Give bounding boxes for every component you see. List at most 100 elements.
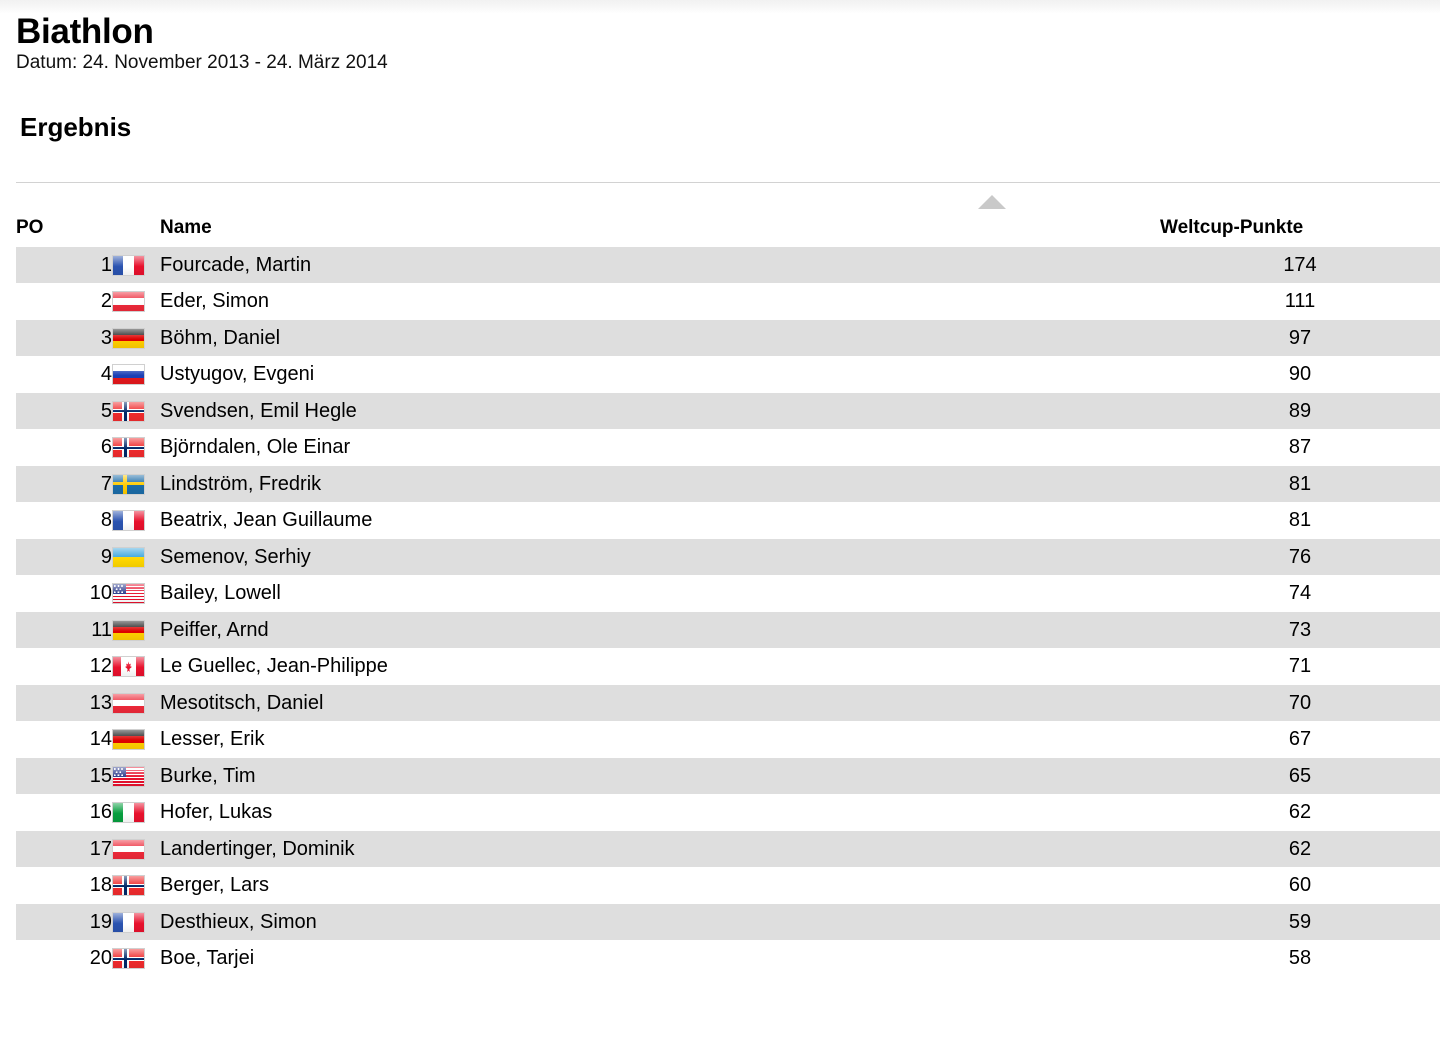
table-row[interactable]: 13 Mesotitsch, Daniel 70 — [16, 684, 1440, 722]
table-row[interactable]: 6 Björndalen, Ole Einar 87 — [16, 429, 1440, 466]
cell-name: Ustyugov, Evgeni — [160, 356, 1160, 393]
cell-points: 60 — [1160, 867, 1440, 904]
sort-ascending-icon[interactable] — [978, 194, 1006, 209]
section-title: Ergebnis — [20, 111, 132, 142]
cell-name: Hofer, Lukas — [160, 794, 1160, 831]
table-row[interactable]: 8 Beatrix, Jean Guillaume 81 — [16, 502, 1440, 539]
cell-flag — [112, 684, 160, 722]
cell-points: 76 — [1160, 538, 1440, 576]
column-header-points[interactable]: Weltcup-Punkte — [1160, 217, 1440, 247]
table-row[interactable]: 11 Peiffer, Arnd 73 — [16, 611, 1440, 649]
cell-flag — [112, 356, 160, 393]
cell-name: Semenov, Serhiy — [160, 538, 1160, 576]
table-row[interactable]: 18 Berger, Lars 60 — [16, 867, 1440, 904]
results-page: Biathlon Datum: 24. November 2013 - 24. … — [0, 0, 1440, 977]
cell-name: Böhm, Daniel — [160, 319, 1160, 357]
table-row[interactable]: 3 Böhm, Daniel 97 — [16, 319, 1440, 357]
cell-points: 81 — [1160, 465, 1440, 503]
cell-points: 70 — [1160, 684, 1440, 722]
cell-points: 62 — [1160, 830, 1440, 868]
cell-name: Landertinger, Dominik — [160, 830, 1160, 868]
cell-rank: 12 — [16, 648, 112, 685]
cell-rank: 2 — [16, 283, 112, 320]
flag-france — [112, 911, 145, 933]
table-row[interactable]: 4 Ustyugov, Evgeni 90 — [16, 356, 1440, 393]
cell-rank: 1 — [16, 246, 112, 284]
cell-rank: 15 — [16, 757, 112, 795]
cell-rank: 19 — [16, 903, 112, 941]
cell-points: 67 — [1160, 721, 1440, 758]
column-header-rank[interactable]: PO — [16, 217, 112, 247]
table-row[interactable]: 1 Fourcade, Martin 174 — [16, 246, 1440, 284]
flag-united-states — [112, 765, 145, 787]
cell-flag — [112, 575, 160, 612]
cell-rank: 11 — [16, 611, 112, 649]
page-header: Biathlon Datum: 24. November 2013 - 24. … — [0, 0, 1440, 74]
cell-name: Peiffer, Arnd — [160, 611, 1160, 649]
cell-rank: 5 — [16, 392, 112, 430]
table-row[interactable]: 19 Desthieux, Simon 59 — [16, 903, 1440, 941]
cell-name: Eder, Simon — [160, 283, 1160, 320]
cell-points: 59 — [1160, 903, 1440, 941]
cell-name: Le Guellec, Jean-Philippe — [160, 648, 1160, 685]
cell-name: Burke, Tim — [160, 757, 1160, 795]
cell-rank: 13 — [16, 684, 112, 722]
flag-united-states — [112, 583, 145, 605]
flag-ukraine — [112, 546, 145, 568]
cell-flag — [112, 794, 160, 831]
cell-flag — [112, 648, 160, 685]
cell-rank: 10 — [16, 575, 112, 612]
page-date-range: Datum: 24. November 2013 - 24. März 2014 — [16, 52, 388, 73]
column-header-name[interactable]: Name — [160, 217, 1160, 247]
flag-russia — [112, 364, 145, 386]
cell-flag — [112, 830, 160, 868]
cell-name: Mesotitsch, Daniel — [160, 684, 1160, 722]
cell-rank: 18 — [16, 867, 112, 904]
flag-austria — [112, 291, 145, 313]
cell-points: 74 — [1160, 575, 1440, 612]
cell-points: 62 — [1160, 794, 1440, 831]
cell-rank: 14 — [16, 721, 112, 758]
cell-flag — [112, 502, 160, 539]
table-row[interactable]: 10 Bailey, Lowell 74 — [16, 575, 1440, 612]
table-row[interactable]: 14 Lesser, Erik 67 — [16, 721, 1440, 758]
cell-flag — [112, 319, 160, 357]
cell-name: Svendsen, Emil Hegle — [160, 392, 1160, 430]
cell-points: 174 — [1160, 246, 1440, 284]
flag-sweden — [112, 473, 145, 495]
table-row[interactable]: 12 Le Guellec, Jean-Philippe 71 — [16, 648, 1440, 685]
cell-flag — [112, 392, 160, 430]
cell-flag — [112, 246, 160, 284]
flag-norway — [112, 437, 145, 459]
cell-points: 81 — [1160, 502, 1440, 539]
table-row[interactable]: 2 Eder, Simon 111 — [16, 283, 1440, 320]
table-row[interactable]: 5 Svendsen, Emil Hegle 89 — [16, 392, 1440, 430]
results-table-body: 1 Fourcade, Martin 174 2 Eder, Simon 11 1 3 Böhm… — [16, 246, 1440, 977]
table-row[interactable]: 7 Lindström, Fredrik 81 — [16, 465, 1440, 503]
flag-norway — [112, 948, 145, 970]
table-row[interactable]: 16 Hofer, Lukas 62 — [16, 794, 1440, 831]
cell-name: Beatrix, Jean Guillaume — [160, 502, 1160, 539]
cell-rank: 8 — [16, 502, 112, 539]
cell-rank: 9 — [16, 538, 112, 576]
cell-flag — [112, 721, 160, 758]
flag-austria — [112, 838, 145, 860]
cell-points: 65 — [1160, 757, 1440, 795]
cell-flag — [112, 757, 160, 795]
table-row[interactable]: 17 Landertinger, Dominik 62 — [16, 830, 1440, 868]
cell-points: 89 — [1160, 392, 1440, 430]
flag-france — [112, 510, 145, 532]
cell-rank: 20 — [16, 940, 112, 977]
cell-name: Boe, Tarjei — [160, 940, 1160, 977]
table-row[interactable]: 20 Boe, Tarjei 58 — [16, 940, 1440, 977]
flag-canada — [112, 656, 145, 678]
cell-name: Fourcade, Martin — [160, 246, 1160, 284]
cell-name: Björndalen, Ole Einar — [160, 429, 1160, 466]
cell-name: Bailey, Lowell — [160, 575, 1160, 612]
table-row[interactable]: 9 Semenov, Serhiy 76 — [16, 538, 1440, 576]
cell-rank: 6 — [16, 429, 112, 466]
flag-austria — [112, 692, 145, 714]
table-row[interactable]: 15 Burke, Tim 65 — [16, 757, 1440, 795]
cell-points: 97 — [1160, 319, 1440, 357]
flag-germany — [112, 729, 145, 751]
